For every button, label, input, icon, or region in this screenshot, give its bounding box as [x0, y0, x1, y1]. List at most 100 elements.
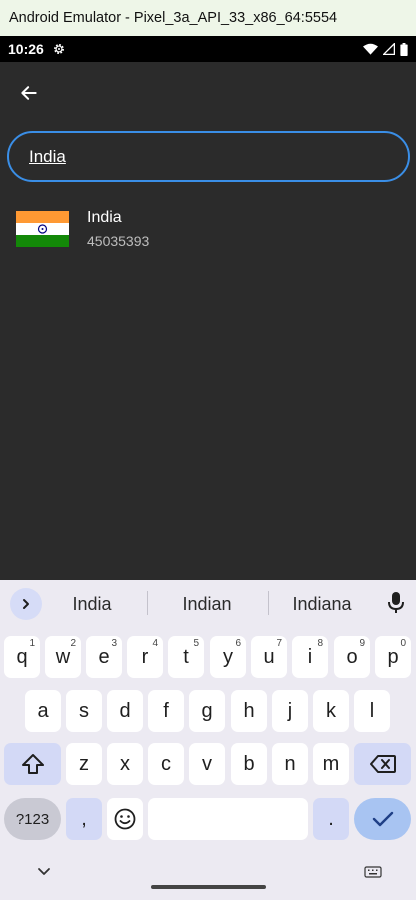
- battery-icon: [400, 42, 408, 56]
- key-o[interactable]: o9: [334, 636, 370, 678]
- arrow-back-icon: [21, 86, 37, 100]
- key-g[interactable]: g: [189, 690, 225, 732]
- keyboard-switch-icon[interactable]: [364, 866, 382, 880]
- wifi-icon: [363, 43, 378, 55]
- hide-keyboard-chevron-icon[interactable]: [36, 864, 52, 880]
- key-label: r: [141, 645, 149, 668]
- search-input[interactable]: [29, 144, 389, 170]
- backspace-icon: [369, 755, 396, 773]
- suggestion-1[interactable]: India: [37, 594, 147, 615]
- key-label: c: [161, 752, 171, 775]
- key-y[interactable]: y6: [210, 636, 246, 678]
- result-name: India: [87, 209, 122, 226]
- result-item[interactable]: India 45035393: [0, 198, 416, 258]
- enter-key[interactable]: [354, 798, 411, 840]
- key-a[interactable]: a: [25, 690, 61, 732]
- key-hint: 2: [70, 638, 76, 649]
- result-population: 45035393: [87, 233, 150, 249]
- key-label: e: [98, 645, 110, 668]
- key-hint: 8: [317, 638, 323, 649]
- key-label: h: [243, 699, 255, 722]
- key-z[interactable]: z: [66, 743, 102, 785]
- search-field[interactable]: [7, 131, 410, 182]
- window-title: Android Emulator - Pixel_3a_API_33_x86_6…: [9, 10, 338, 26]
- key-v[interactable]: v: [189, 743, 225, 785]
- key-label: ?123: [15, 810, 50, 828]
- shift-icon: [21, 754, 44, 774]
- period-key[interactable]: .: [313, 798, 349, 840]
- key-w[interactable]: w2: [45, 636, 81, 678]
- key-c[interactable]: c: [148, 743, 184, 785]
- suggestion-2[interactable]: Indian: [152, 594, 262, 615]
- key-h[interactable]: h: [231, 690, 267, 732]
- key-label: z: [79, 752, 89, 775]
- emoji-icon: [114, 808, 136, 830]
- key-label: o: [346, 645, 358, 668]
- key-label: x: [120, 752, 130, 775]
- key-e[interactable]: e3: [86, 636, 122, 678]
- soft-keyboard: India Indian Indiana q1 w2 e3 r4 t5 y6 u…: [0, 580, 416, 900]
- key-label: .: [328, 807, 334, 830]
- key-label: q: [16, 645, 28, 668]
- key-q[interactable]: q1: [4, 636, 40, 678]
- key-t[interactable]: t5: [168, 636, 204, 678]
- backspace-key[interactable]: [354, 743, 411, 785]
- key-x[interactable]: x: [107, 743, 143, 785]
- key-hint: 7: [276, 638, 282, 649]
- key-label: ,: [81, 807, 87, 830]
- chevron-right-icon: [23, 599, 29, 609]
- key-label: s: [79, 699, 89, 722]
- key-label: t: [183, 645, 189, 668]
- back-button[interactable]: [16, 80, 42, 106]
- key-label: f: [163, 699, 169, 722]
- key-label: d: [119, 699, 131, 722]
- key-hint: 0: [400, 638, 406, 649]
- key-label: b: [243, 752, 255, 775]
- key-hint: 6: [235, 638, 241, 649]
- checkmark-icon: [372, 811, 393, 827]
- key-label: g: [201, 699, 213, 722]
- india-flag-icon: [16, 211, 69, 247]
- key-j[interactable]: j: [272, 690, 308, 732]
- suggestion-3[interactable]: Indiana: [267, 594, 377, 615]
- key-b[interactable]: b: [231, 743, 267, 785]
- key-label: p: [387, 645, 399, 668]
- key-n[interactable]: n: [272, 743, 308, 785]
- key-u[interactable]: u7: [251, 636, 287, 678]
- gesture-nav-handle[interactable]: [151, 885, 266, 889]
- status-bar: 10:26: [0, 36, 416, 62]
- key-label: n: [284, 752, 296, 775]
- key-label: m: [322, 752, 340, 775]
- shift-key[interactable]: [4, 743, 61, 785]
- key-d[interactable]: d: [107, 690, 143, 732]
- key-i[interactable]: i8: [292, 636, 328, 678]
- key-k[interactable]: k: [313, 690, 349, 732]
- suggestion-divider: [147, 591, 148, 615]
- key-r[interactable]: r4: [127, 636, 163, 678]
- key-p[interactable]: p0: [375, 636, 411, 678]
- space-key[interactable]: [148, 798, 308, 840]
- key-label: i: [307, 645, 313, 668]
- emoji-key[interactable]: [107, 798, 143, 840]
- key-m[interactable]: m: [313, 743, 349, 785]
- key-label: w: [55, 645, 71, 668]
- comma-key[interactable]: ,: [66, 798, 102, 840]
- key-f[interactable]: f: [148, 690, 184, 732]
- key-l[interactable]: l: [354, 690, 390, 732]
- key-hint: 4: [152, 638, 158, 649]
- key-label: k: [326, 699, 336, 722]
- key-hint: 9: [359, 638, 365, 649]
- key-s[interactable]: s: [66, 690, 102, 732]
- suggestion-strip: India Indian Indiana: [0, 580, 416, 626]
- signal-icon: [383, 43, 395, 55]
- key-label: a: [37, 699, 49, 722]
- key-label: v: [202, 752, 212, 775]
- microphone-icon[interactable]: [386, 591, 406, 615]
- status-time: 10:26: [8, 41, 44, 57]
- settings-gear-icon: [53, 44, 64, 54]
- symbols-key[interactable]: ?123: [4, 798, 61, 840]
- app-screen: India 45035393: [0, 62, 416, 580]
- key-label: y: [223, 645, 233, 668]
- window-title-bar: Android Emulator - Pixel_3a_API_33_x86_6…: [0, 0, 416, 36]
- key-hint: 5: [193, 638, 199, 649]
